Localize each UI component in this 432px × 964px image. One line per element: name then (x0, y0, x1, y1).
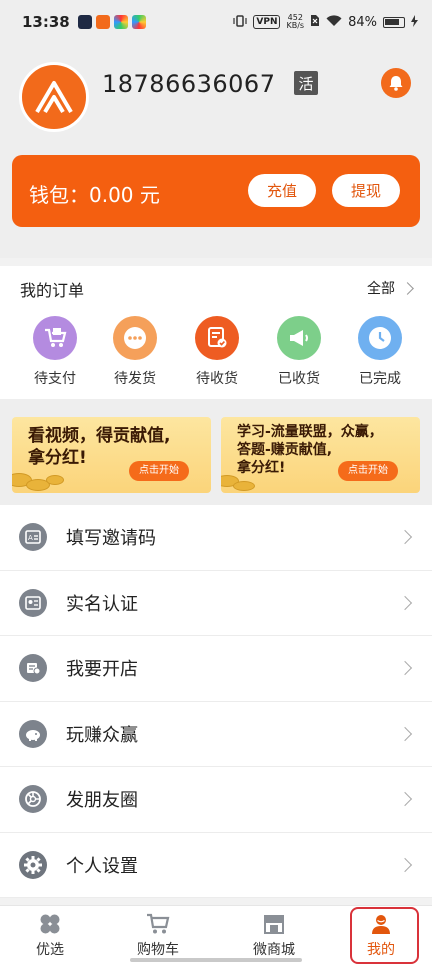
order-pending-payment[interactable]: 待支付 (19, 316, 91, 388)
cart-payment-icon (33, 316, 77, 360)
vpn-icon: VPN (253, 15, 281, 29)
order-completed[interactable]: 已完成 (344, 316, 416, 388)
promo-line: 拿分红! (237, 460, 286, 476)
promo-banner-learn[interactable]: 学习-流量联盟，众赢， 答题-赚贡献值, 拿分红! 点击开始 (221, 417, 420, 493)
promo-line: 看视频，得贡献值, (28, 426, 171, 446)
promo-banners: 看视频，得贡献值, 拿分红! 点击开始 学习-流量联盟，众赢， 答题-赚贡献值,… (0, 399, 432, 505)
more-dots-icon (113, 316, 157, 360)
tab-label: 优选 (36, 942, 64, 958)
orders-title: 我的订单 (20, 281, 85, 300)
order-completed-label: 已完成 (359, 371, 401, 387)
shopping-cart-icon (118, 912, 198, 936)
open-shop-icon (19, 654, 47, 683)
clock-icon (358, 316, 402, 360)
tab-cart[interactable]: 购物车 (118, 912, 198, 959)
order-pending-receipt-label: 待收货 (196, 371, 238, 387)
order-pending-shipment-label: 待发货 (114, 371, 156, 387)
menu-item-label: 我要开店 (66, 659, 138, 681)
no-sim-icon (310, 14, 320, 30)
battery-icon (383, 16, 405, 28)
app-notification-icon (113, 15, 128, 29)
menu-item-open-shop[interactable]: 我要开店 (0, 636, 432, 702)
document-check-icon (195, 316, 239, 360)
menu-item-play-earn[interactable]: 玩赚众赢 (0, 702, 432, 767)
order-pending-payment-label: 待支付 (34, 371, 76, 387)
menu-item-label: 实名认证 (66, 593, 138, 615)
network-speed-unit: KB/s (286, 21, 305, 30)
status-bar: 13:38 VPN 452 KB/s 84% (0, 0, 432, 44)
charging-icon (411, 14, 418, 30)
tab-label: 微商城 (253, 942, 295, 958)
wifi-icon (326, 14, 342, 30)
settings-menu: A 填写邀请码 实名认证 我要开店 玩赚众赢 发朋友圈 个人设置 (0, 505, 432, 898)
menu-item-label: 发朋友圈 (66, 790, 138, 812)
promo-banner-video[interactable]: 看视频，得贡献值, 拿分红! 点击开始 (12, 417, 211, 493)
promo-line: 答题-赚贡献值, (237, 442, 333, 458)
menu-item-invite-code[interactable]: A 填写邀请码 (0, 505, 432, 571)
start-button[interactable]: 点击开始 (338, 461, 398, 481)
active-badge[interactable]: 活 (294, 71, 318, 95)
bell-icon (389, 76, 403, 91)
svg-text:A: A (28, 534, 33, 542)
menu-item-settings[interactable]: 个人设置 (0, 833, 432, 898)
menu-item-label: 玩赚众赢 (66, 724, 138, 746)
chevron-right-icon (397, 726, 413, 741)
menu-item-moments[interactable]: 发朋友圈 (0, 767, 432, 833)
notification-button[interactable] (381, 68, 411, 98)
orders-all-label: 全部 (367, 281, 395, 297)
start-button[interactable]: 点击开始 (129, 461, 189, 481)
invite-code-icon: A (19, 523, 47, 552)
chevron-right-icon (397, 792, 413, 807)
orders-section: 我的订单 全部 待支付 待发货 待收货 已收货 已完成 (0, 266, 432, 399)
user-phone: 18786636067 (102, 70, 276, 98)
recharge-button[interactable]: 充值 (248, 174, 316, 207)
battery-percent: 84% (348, 14, 377, 30)
orders-all-link[interactable]: 全部 (367, 278, 414, 298)
id-card-icon (19, 588, 47, 617)
wallet-balance: 钱包：0.00 元 (29, 183, 160, 207)
logo-icon (35, 81, 73, 114)
app-notification-icon (77, 15, 92, 29)
chevron-right-icon (397, 661, 413, 676)
order-pending-receipt[interactable]: 待收货 (181, 316, 253, 388)
order-pending-shipment[interactable]: 待发货 (99, 316, 171, 388)
profile-header: 18786636067 活 钱包：0.00 元 充值 提现 (0, 44, 432, 258)
megaphone-icon (277, 316, 321, 360)
status-time: 13:38 (22, 13, 70, 31)
storefront-icon (234, 912, 314, 936)
withdraw-button[interactable]: 提现 (332, 174, 400, 207)
chevron-right-icon (397, 595, 413, 610)
promo-line: 拿分红! (28, 448, 87, 468)
tab-micro-mall[interactable]: 微商城 (234, 912, 314, 959)
wallet-card: 钱包：0.00 元 充值 提现 (12, 155, 420, 227)
promo-line: 学习-流量联盟，众赢， (237, 424, 383, 440)
tab-highlight-outline (350, 907, 419, 964)
app-notification-icon (131, 15, 146, 29)
chevron-right-icon (397, 530, 413, 545)
clover-icon (10, 912, 90, 936)
moments-icon (19, 785, 47, 814)
menu-item-label: 个人设置 (66, 855, 138, 877)
order-received-label: 已收货 (278, 371, 320, 387)
piggy-bank-icon (19, 719, 47, 748)
menu-item-real-name[interactable]: 实名认证 (0, 571, 432, 636)
app-notification-icon (95, 15, 110, 29)
gear-icon (19, 850, 47, 879)
tab-featured[interactable]: 优选 (10, 912, 90, 959)
chevron-right-icon (397, 857, 413, 872)
network-speed: 452 KB/s (286, 14, 304, 30)
home-indicator[interactable] (130, 958, 302, 962)
avatar[interactable] (19, 62, 89, 132)
tab-label: 购物车 (137, 942, 179, 958)
order-received[interactable]: 已收货 (263, 316, 335, 388)
vibrate-icon (233, 14, 247, 30)
chevron-right-icon (401, 281, 414, 295)
menu-item-label: 填写邀请码 (66, 528, 156, 550)
